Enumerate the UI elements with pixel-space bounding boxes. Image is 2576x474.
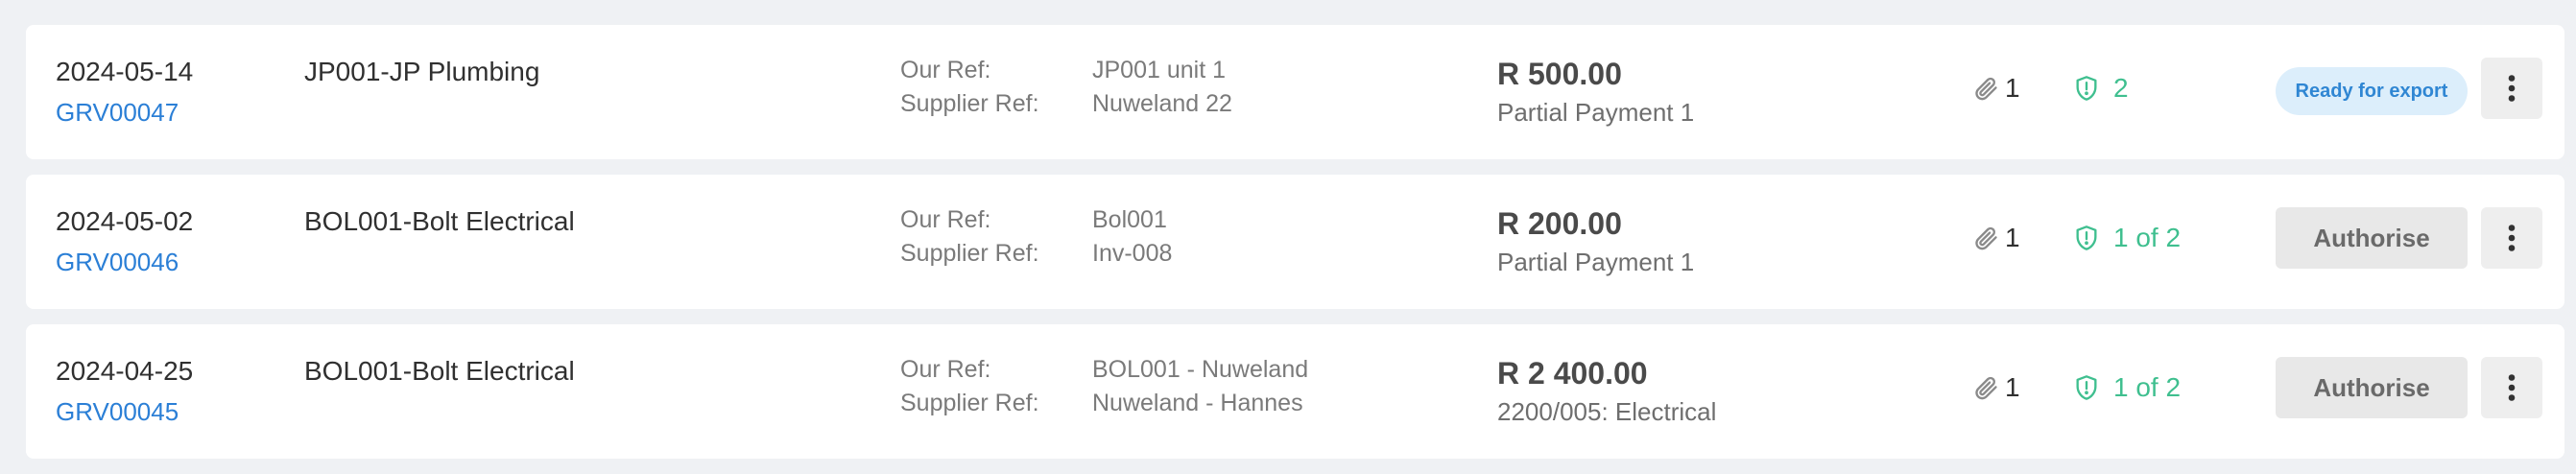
attachments-indicator[interactable]: 1 xyxy=(1972,372,2020,403)
status-badge: Ready for export xyxy=(2276,67,2468,115)
attachments-indicator[interactable]: 1 xyxy=(1972,223,2020,253)
vertical-dots-icon xyxy=(2508,225,2516,251)
paperclip-icon xyxy=(1975,376,1997,400)
approval-indicator[interactable]: 1 of 2 xyxy=(2073,223,2181,253)
supplier-name: BOL001-Bolt Electrical xyxy=(304,356,575,386)
grv-amount: R 500.00 xyxy=(1497,57,1622,91)
attachment-count: 1 xyxy=(2005,223,2020,252)
supplier-ref-value: Nuweland 22 xyxy=(1092,90,1232,117)
grv-number-link[interactable]: GRV00046 xyxy=(56,248,179,277)
shield-icon xyxy=(2076,375,2097,400)
grv-row[interactable]: 2024-05-02 GRV00046 BOL001-Bolt Electric… xyxy=(26,175,2564,309)
supplier-ref-label: Supplier Ref: xyxy=(900,390,1039,416)
authorise-button[interactable]: Authorise xyxy=(2276,207,2468,269)
supplier-ref-value: Inv-008 xyxy=(1092,240,1173,267)
grv-date: 2024-05-02 xyxy=(56,206,194,236)
our-ref-value: BOL001 - Nuweland xyxy=(1092,356,1309,383)
approval-count: 2 xyxy=(2113,73,2129,103)
attachment-count: 1 xyxy=(2005,372,2020,402)
vertical-dots-icon xyxy=(2508,374,2516,401)
approval-indicator[interactable]: 2 xyxy=(2073,73,2129,104)
our-ref-label: Our Ref: xyxy=(900,206,991,233)
grv-number-link[interactable]: GRV00047 xyxy=(56,98,179,128)
grv-description: Partial Payment 1 xyxy=(1497,98,1695,127)
vertical-dots-icon xyxy=(2508,75,2516,102)
approval-count: 1 of 2 xyxy=(2113,372,2182,402)
supplier-ref-label: Supplier Ref: xyxy=(900,90,1039,117)
our-ref-value: Bol001 xyxy=(1092,206,1167,233)
shield-icon xyxy=(2076,225,2097,250)
authorise-button[interactable]: Authorise xyxy=(2276,357,2468,418)
our-ref-value: JP001 unit 1 xyxy=(1092,57,1226,83)
more-options-button[interactable] xyxy=(2481,58,2542,119)
grv-row[interactable]: 2024-05-14 GRV00047 JP001-JP Plumbing Ou… xyxy=(26,25,2564,159)
approval-indicator[interactable]: 1 of 2 xyxy=(2073,372,2181,403)
our-ref-label: Our Ref: xyxy=(900,57,991,83)
grv-amount: R 2 400.00 xyxy=(1497,356,1648,391)
grv-row[interactable]: 2024-04-25 GRV00045 BOL001-Bolt Electric… xyxy=(26,324,2564,459)
paperclip-icon xyxy=(1975,77,1997,101)
grv-date: 2024-05-14 xyxy=(56,57,194,86)
paperclip-icon xyxy=(1975,226,1997,250)
shield-icon xyxy=(2076,76,2097,101)
grv-date: 2024-04-25 xyxy=(56,356,194,386)
supplier-name: JP001-JP Plumbing xyxy=(304,57,540,86)
supplier-ref-label: Supplier Ref: xyxy=(900,240,1039,267)
approval-count: 1 of 2 xyxy=(2113,223,2182,252)
supplier-name: BOL001-Bolt Electrical xyxy=(304,206,575,236)
grv-description: Partial Payment 1 xyxy=(1497,248,1695,276)
supplier-ref-value: Nuweland - Hannes xyxy=(1092,390,1303,416)
attachments-indicator[interactable]: 1 xyxy=(1972,73,2020,104)
our-ref-label: Our Ref: xyxy=(900,356,991,383)
attachment-count: 1 xyxy=(2005,73,2020,103)
grv-amount: R 200.00 xyxy=(1497,206,1622,241)
grv-list: 2024-05-14 GRV00047 JP001-JP Plumbing Ou… xyxy=(26,25,2564,474)
more-options-button[interactable] xyxy=(2481,357,2542,418)
grv-number-link[interactable]: GRV00045 xyxy=(56,397,179,427)
grv-description: 2200/005: Electrical xyxy=(1497,397,1717,426)
more-options-button[interactable] xyxy=(2481,207,2542,269)
